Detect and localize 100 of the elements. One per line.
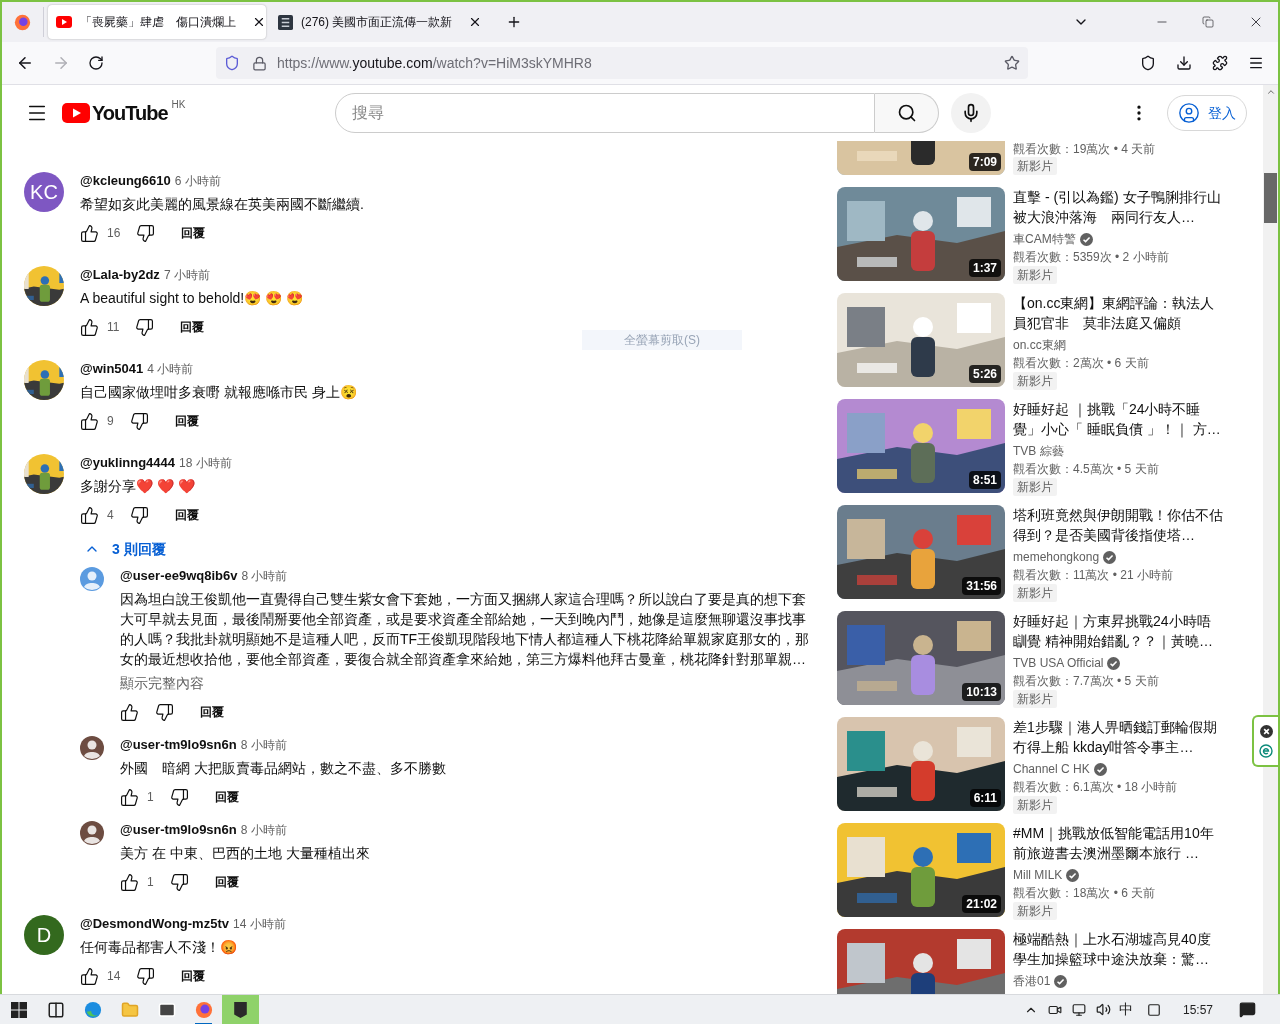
reply-button[interactable]: 回覆 [194, 696, 230, 728]
comment-author[interactable]: @yuklinng4444 [80, 454, 176, 472]
close-icon[interactable] [252, 15, 266, 29]
reply-button[interactable]: 回覆 [175, 960, 212, 992]
comment-time[interactable]: 14 小時前 [232, 915, 286, 933]
shield-icon[interactable] [224, 55, 240, 71]
dislike-icon[interactable] [136, 966, 156, 986]
video-title[interactable]: 好睡好起｜方東昇挑戰24小時唔瞓覺 精神開始錯亂？？｜黃曉… [1013, 611, 1223, 651]
avatar-icon[interactable] [80, 736, 104, 760]
comment-time[interactable]: 8 小時前 [240, 736, 287, 754]
reply-button[interactable]: 回覆 [175, 217, 212, 249]
video-title[interactable]: 【on.cc東網】東網評論：執法人員犯官非 莫非法庭又偏頗 [1013, 293, 1223, 333]
video-duration: 31:56 [962, 577, 1001, 595]
channel-name[interactable]: Mill MILK [1013, 866, 1063, 884]
network-icon[interactable] [1071, 1002, 1086, 1017]
new-tab-icon[interactable] [506, 14, 522, 30]
play-logo-icon[interactable] [62, 103, 90, 123]
dislike-icon[interactable] [129, 411, 149, 431]
channel-name[interactable]: TVB 綜藝 [1013, 442, 1064, 460]
like-icon[interactable] [120, 872, 139, 892]
video-title[interactable]: 差1步驟｜港人畀晒錢訂郵輪假期冇得上船 kkday咁答令事主… [1013, 717, 1223, 757]
video-title[interactable]: 直擊 - (引以為鑑) 女子鴨脷排行山被大浪沖落海 兩同行友人… [1013, 187, 1223, 227]
comment-author[interactable]: @Lala-by2dz [80, 266, 160, 284]
dislike-icon[interactable] [169, 787, 189, 807]
avatar[interactable]: D [24, 915, 64, 955]
clock[interactable]: 15:57 [1182, 1000, 1213, 1019]
channel-name[interactable]: TVB USA Official [1013, 654, 1104, 672]
reply-button[interactable]: 回覆 [174, 311, 211, 343]
search-field[interactable]: 搜尋 [335, 93, 876, 133]
channel-name[interactable]: Channel C HK [1013, 760, 1090, 778]
video-title[interactable]: #MM｜挑戰放低智能電話用10年前旅遊書去澳洲墨爾本旅行 … [1013, 823, 1223, 863]
reply-button[interactable]: 回覆 [208, 866, 245, 898]
extension-icon[interactable] [1259, 743, 1273, 758]
browser-tab[interactable]: 「喪屍藥」肆虐 傷口潰爛上 [48, 5, 266, 39]
input-method[interactable]: 中 [1118, 999, 1133, 1020]
voice-search-button[interactable] [951, 93, 992, 133]
browser-tab[interactable]: (276) 美國市面正流傳一款新 [270, 5, 488, 39]
comment-author[interactable]: @user-tm9lo9sn6n [120, 736, 237, 754]
reload-icon[interactable] [88, 55, 104, 71]
comment-author[interactable]: @DesmondWong-mz5tv [80, 915, 229, 933]
close-icon[interactable] [1259, 724, 1273, 738]
video-duration: 10:13 [962, 683, 1001, 701]
menu-icon[interactable] [1248, 55, 1264, 71]
logo-text[interactable]: YouTube [92, 99, 168, 127]
show-more-link[interactable]: 顯示完整內容 [120, 673, 815, 693]
channel-name[interactable]: memehongkong [1013, 548, 1100, 566]
channel-name[interactable]: 車CAM特警 [1013, 230, 1076, 248]
new-badge: 新影片 [1013, 902, 1057, 920]
reply-button[interactable]: 回覆 [168, 405, 205, 437]
like-icon[interactable] [80, 223, 99, 243]
taskbar-app[interactable] [222, 994, 259, 1024]
comment-time[interactable]: 7 小時前 [163, 266, 210, 284]
dislike-icon[interactable] [135, 317, 155, 337]
comment-time[interactable]: 6 小時前 [174, 172, 221, 190]
comment-author[interactable]: @kcleung6610 [80, 172, 171, 190]
like-icon[interactable] [120, 787, 139, 807]
channel-name[interactable]: 香港01 [1013, 972, 1051, 990]
lock-icon[interactable] [252, 55, 267, 71]
comment-time[interactable]: 4 小時前 [147, 360, 194, 378]
back-icon[interactable] [16, 54, 34, 72]
avatar-icon[interactable] [80, 821, 104, 845]
replies-toggle[interactable]: 3 則回覆 [80, 531, 166, 567]
bookmark-icon[interactable] [1004, 55, 1020, 71]
comment-time[interactable]: 18 小時前 [179, 454, 232, 472]
download-icon[interactable] [1176, 55, 1192, 71]
comment-time[interactable]: 8 小時前 [240, 821, 287, 839]
extensions-icon[interactable] [1212, 55, 1228, 71]
scroll-thumb[interactable] [1264, 173, 1277, 223]
volume-icon[interactable] [1095, 1002, 1111, 1017]
like-icon[interactable] [120, 702, 139, 722]
scroll-up-icon[interactable] [1265, 87, 1276, 97]
comment-time[interactable]: 8 小時前 [241, 567, 288, 585]
dislike-icon[interactable] [136, 223, 156, 243]
play-logo-icon [56, 16, 72, 28]
firefox-icon[interactable] [14, 13, 31, 31]
like-icon[interactable] [80, 411, 99, 431]
scrollbar[interactable] [1263, 85, 1278, 994]
video-duration: 1:37 [968, 259, 1001, 277]
comment-author[interactable]: @win5041 [80, 360, 144, 378]
reply-button[interactable]: 回覆 [168, 499, 205, 531]
like-count: 9 [107, 413, 114, 430]
dislike-icon[interactable] [129, 505, 149, 525]
like-icon[interactable] [80, 505, 99, 525]
video-title[interactable]: 好睡好起 ｜挑戰「24小時不睡覺」小心「 睡眠負債 」！｜ 方… [1013, 399, 1223, 439]
comment-author[interactable]: @user-tm9lo9sn6n [120, 821, 237, 839]
address-bar[interactable]: https://www.youtube.com/watch?v=HiM3skYMHR8 [216, 47, 1028, 79]
notification-icon[interactable] [1239, 1001, 1256, 1018]
reply-button[interactable]: 回覆 [208, 781, 245, 813]
like-icon[interactable] [80, 317, 99, 337]
dislike-icon[interactable] [155, 702, 174, 722]
video-title[interactable]: 塔利班竟然與伊朗開戰！你估不估得到？是否美國背後指使塔… [1013, 505, 1223, 545]
video-title[interactable]: 極端酷熱｜上水石湖墟高見40度學生加操籃球中途決放棄：驚… [1013, 929, 1223, 969]
like-icon[interactable] [80, 966, 99, 986]
search-button[interactable] [875, 93, 940, 133]
avatar[interactable]: KC [24, 172, 64, 212]
windows-logo-icon [10, 1001, 27, 1018]
channel-name[interactable]: on.cc東網 [1013, 336, 1066, 354]
dislike-icon[interactable] [169, 872, 189, 892]
restore-icon[interactable] [1202, 16, 1214, 28]
comment-author[interactable]: @user-ee9wq8ib6v [120, 567, 238, 585]
